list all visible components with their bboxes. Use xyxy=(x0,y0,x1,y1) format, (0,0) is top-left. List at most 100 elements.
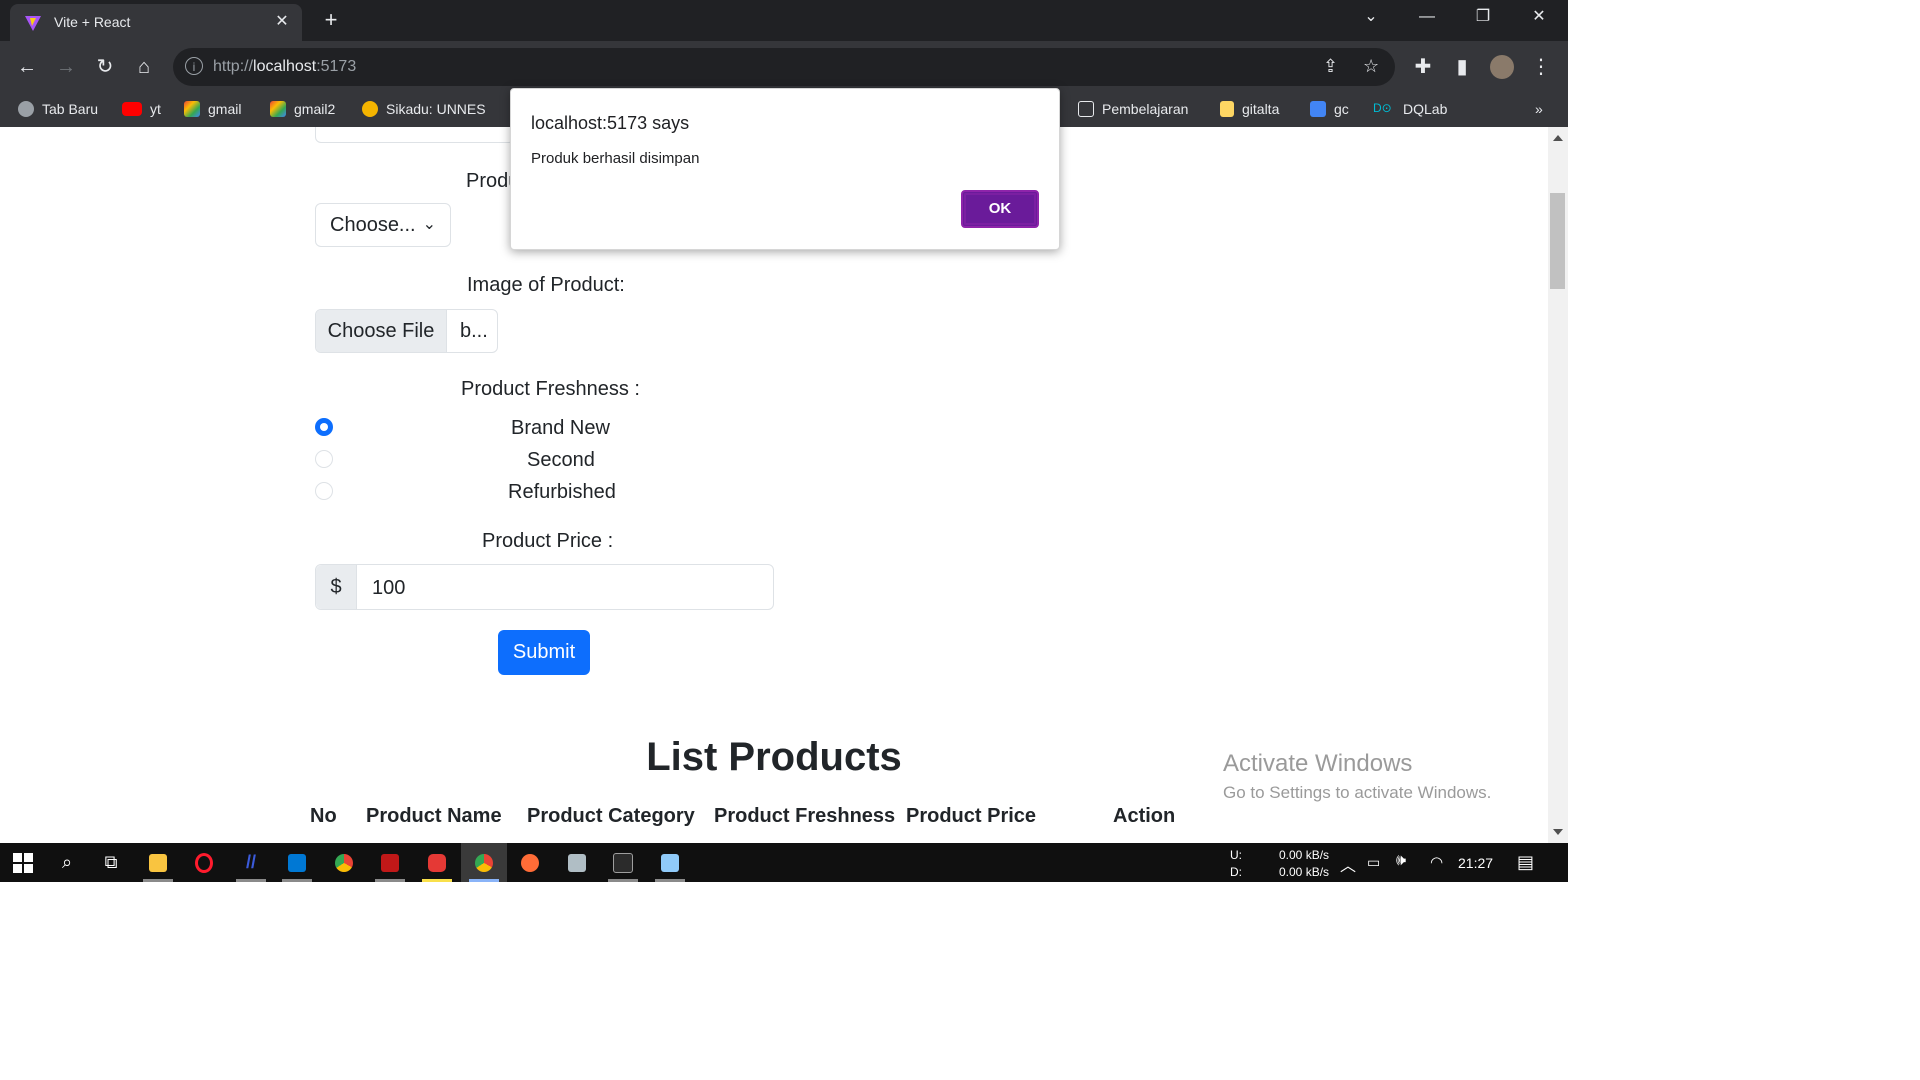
gmail-icon xyxy=(184,101,200,117)
header-product-price: Product Price xyxy=(906,805,1037,827)
freshness-label: Product Freshness : xyxy=(461,378,640,400)
browser-titlebar: Vite + React ✕ + ⌄ — ❐ ✕ xyxy=(0,0,1568,41)
net-up-speed: 0.00 kB/s xyxy=(1279,848,1330,862)
bookmark-gitalta[interactable]: gitalta xyxy=(1220,101,1279,117)
clock[interactable]: 21:27 xyxy=(1458,855,1493,871)
scrollbar-thumb[interactable] xyxy=(1550,193,1565,289)
vite-icon xyxy=(25,16,41,31)
cmd-icon[interactable] xyxy=(600,843,646,882)
bookmark-gmail[interactable]: gmail xyxy=(184,101,241,117)
choose-file-button[interactable]: Choose File xyxy=(316,310,447,352)
scroll-up-icon[interactable] xyxy=(1553,135,1563,141)
volume-icon[interactable]: 🕪 xyxy=(1396,852,1406,870)
task-view-icon[interactable]: ⧉ xyxy=(88,843,134,882)
globe-icon xyxy=(18,101,34,117)
header-action: Action xyxy=(1113,805,1176,827)
windows-taskbar: ⌕ ⧉ // U: D: 0.00 kB/s 0.00 kB/s ︿ ▭ 🕪 ◠… xyxy=(0,843,1568,882)
notion-icon xyxy=(1078,101,1094,117)
activate-windows-title: Activate Windows xyxy=(1223,750,1413,777)
image-label: Image of Product: xyxy=(467,274,625,296)
radio-label-brand-new: Brand New xyxy=(511,417,610,439)
radio-brand-new[interactable] xyxy=(315,418,333,436)
bookmark-sikadu[interactable]: Sikadu: UNNES xyxy=(362,101,486,117)
screen-recorder-icon[interactable] xyxy=(414,843,460,882)
bookmark-yt[interactable]: yt xyxy=(122,101,161,117)
site-info-icon[interactable]: i xyxy=(185,57,203,75)
chrome-icon[interactable] xyxy=(321,843,367,882)
back-icon[interactable]: ← xyxy=(15,55,39,79)
home-icon[interactable]: ⌂ xyxy=(132,55,156,79)
vscode-icon[interactable] xyxy=(274,843,320,882)
scroll-down-icon[interactable] xyxy=(1553,829,1563,835)
page-scrollbar[interactable] xyxy=(1548,127,1568,843)
browser-toolbar: ← → ↻ ⌂ i http://localhost:5173 ⇪ ☆ ✚ ▮ … xyxy=(0,41,1568,93)
postman-icon[interactable] xyxy=(507,843,553,882)
forward-icon[interactable]: → xyxy=(54,55,78,79)
youtube-icon xyxy=(122,102,142,116)
close-tab-icon[interactable]: ✕ xyxy=(272,11,292,31)
product-category-select[interactable]: Choose... ⌄ xyxy=(315,203,451,247)
chrome-active-icon[interactable] xyxy=(461,843,507,882)
notification-icon[interactable]: ▤ xyxy=(1517,852,1534,873)
price-input[interactable] xyxy=(358,565,784,611)
reload-icon[interactable]: ↻ xyxy=(93,55,117,79)
price-input-group: $ xyxy=(315,564,784,611)
price-label: Product Price : xyxy=(482,530,614,552)
radio-refurbished[interactable] xyxy=(315,482,333,500)
submit-button[interactable]: Submit xyxy=(498,630,590,675)
minimize-icon[interactable]: — xyxy=(1399,0,1455,34)
battery-icon[interactable]: ▭ xyxy=(1367,854,1380,871)
share-icon[interactable]: ⇪ xyxy=(1323,56,1338,77)
side-panel-icon[interactable]: ▮ xyxy=(1450,55,1474,79)
folder-icon xyxy=(1220,101,1234,117)
search-icon[interactable]: ⌕ xyxy=(44,843,90,882)
restore-icon[interactable]: ❐ xyxy=(1455,0,1511,34)
alert-dialog: localhost:5173 says Produk berhasil disi… xyxy=(510,88,1060,250)
bookmarks-overflow-icon[interactable]: » xyxy=(1535,101,1543,117)
dialog-message: Produk berhasil disimpan xyxy=(531,150,700,167)
net-down-label: D: xyxy=(1230,865,1242,879)
net-down-speed: 0.00 kB/s xyxy=(1279,865,1330,879)
window-app-icon[interactable] xyxy=(647,843,693,882)
chevron-down-icon: ⌄ xyxy=(422,216,436,233)
gmail-icon xyxy=(270,101,286,117)
bookmark-tab-baru[interactable]: Tab Baru xyxy=(18,101,98,117)
radio-label-refurbished: Refurbished xyxy=(508,481,616,503)
browser-tab[interactable]: Vite + React ✕ xyxy=(10,4,302,41)
wifi-icon[interactable]: ◠ xyxy=(1430,853,1443,871)
close-window-icon[interactable]: ✕ xyxy=(1511,0,1567,34)
dialog-ok-button[interactable]: OK xyxy=(961,190,1039,228)
file-explorer-icon[interactable] xyxy=(135,843,181,882)
mcafee-icon[interactable] xyxy=(367,843,413,882)
product-name-input-edge[interactable] xyxy=(315,127,515,143)
opera-icon[interactable] xyxy=(181,843,227,882)
dialog-title: localhost:5173 says xyxy=(531,113,690,133)
radio-second[interactable] xyxy=(315,450,333,468)
new-tab-button[interactable]: + xyxy=(318,8,344,34)
tab-title: Vite + React xyxy=(54,14,131,30)
dqlab-icon: D⊙ xyxy=(1373,101,1392,115)
calendar-icon xyxy=(1310,101,1326,117)
extensions-icon[interactable]: ✚ xyxy=(1411,55,1435,79)
radio-label-second: Second xyxy=(527,449,595,471)
terminal-slash-icon[interactable]: // xyxy=(228,843,274,882)
bookmark-dqlab[interactable]: D⊙ DQLab xyxy=(1373,101,1447,117)
network-app-icon[interactable] xyxy=(554,843,600,882)
tab-search-icon[interactable]: ⌄ xyxy=(1343,0,1399,34)
bookmark-gc[interactable]: gc xyxy=(1310,101,1349,117)
url-text[interactable]: http://localhost:5173 xyxy=(213,58,356,76)
profile-avatar[interactable] xyxy=(1490,55,1514,79)
menu-kebab-icon[interactable]: ⋮ xyxy=(1529,55,1553,79)
activate-windows-subtitle: Go to Settings to activate Windows. xyxy=(1223,783,1492,802)
header-product-freshness: Product Freshness xyxy=(714,805,896,827)
windows-start-icon[interactable] xyxy=(0,843,46,882)
address-bar[interactable]: i http://localhost:5173 ⇪ ☆ xyxy=(173,48,1395,86)
bookmark-pembelajaran[interactable]: Pembelajaran xyxy=(1078,101,1188,117)
chevron-up-icon[interactable]: ︿ xyxy=(1340,852,1356,876)
image-file-input[interactable]: Choose File b... xyxy=(315,309,498,353)
bookmark-gmail2[interactable]: gmail2 xyxy=(270,101,335,117)
header-product-name: Product Name xyxy=(366,805,502,827)
header-product-category: Product Category xyxy=(527,805,695,827)
currency-prefix: $ xyxy=(316,565,357,609)
bookmark-star-icon[interactable]: ☆ xyxy=(1363,56,1379,77)
